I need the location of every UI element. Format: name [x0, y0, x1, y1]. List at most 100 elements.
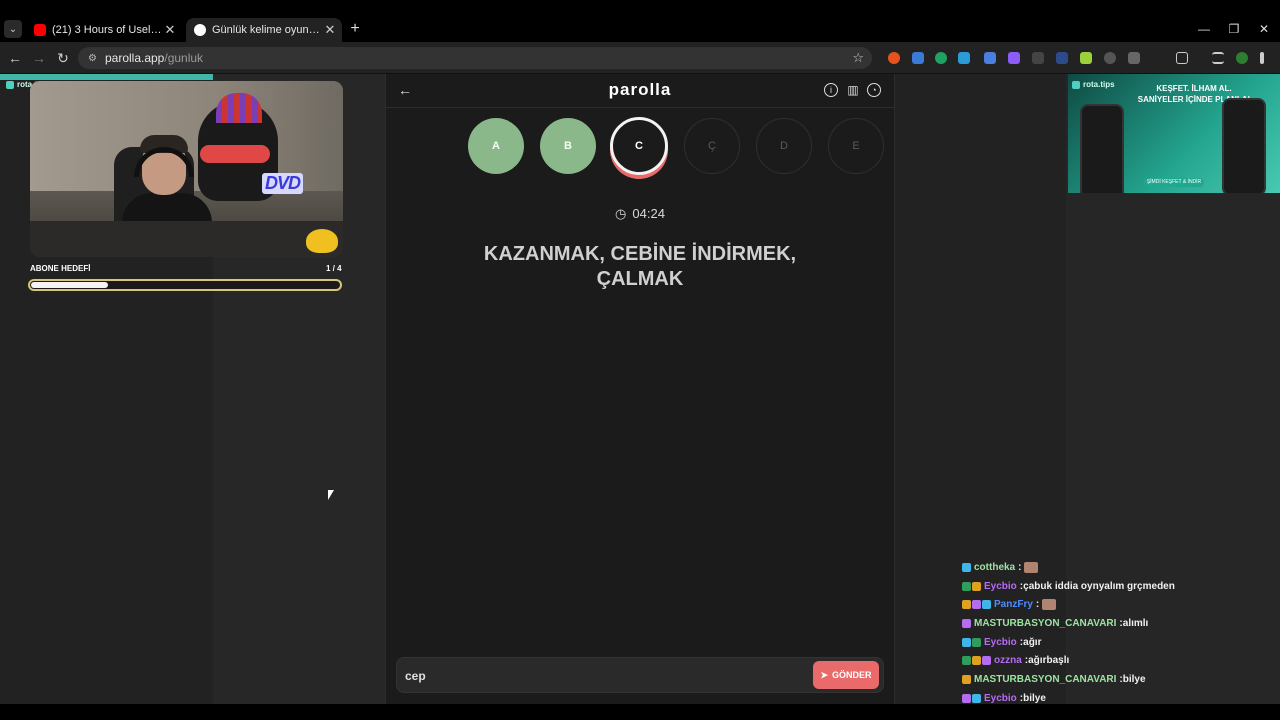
chat-badge-icon: [972, 656, 981, 666]
chat-badge-icon: [962, 674, 971, 684]
extensions-puzzle-icon[interactable]: [1176, 52, 1188, 64]
sub-goal-label: ABONE HEDEFİ: [30, 264, 91, 273]
taskbar-edge: [0, 704, 1280, 720]
chat-message: Eycbio: çabuk iddia oynyalım grçmeden: [962, 577, 1262, 596]
extension-icon[interactable]: [1080, 52, 1092, 64]
app-header: ← parolla i ▥ ◔: [386, 74, 894, 108]
send-label: GÖNDER: [832, 670, 872, 680]
sub-goal-progress-fill: [31, 282, 108, 288]
timer-value: 04:24: [632, 206, 665, 221]
close-tab-icon[interactable]: ✕: [322, 22, 338, 38]
chat-badge-icon: [972, 600, 981, 610]
cam-mask-spikes: [216, 93, 262, 123]
streamer-webcam: DVD: [30, 81, 343, 257]
chat-separator: :: [1035, 599, 1040, 611]
chat-badge-icon: [962, 618, 971, 628]
answer-input[interactable]: [405, 664, 795, 688]
tab-search-dropdown-icon[interactable]: ⌄: [4, 20, 22, 38]
chat-username[interactable]: Eycbio: [984, 637, 1017, 648]
cam-shelf: [30, 221, 343, 257]
chat-text: ağırbaşlı: [1028, 655, 1070, 667]
chat-message: PanzFry:: [962, 595, 1262, 614]
dvd-logo: DVD: [262, 173, 304, 194]
chat-text: alımlı: [1122, 617, 1149, 629]
chat-badge-icon: [982, 600, 991, 610]
chat-badges: [962, 656, 991, 666]
extension-icon[interactable]: [984, 52, 996, 64]
extension-icon[interactable]: [888, 52, 900, 64]
restore-icon[interactable]: ❐: [1220, 20, 1248, 38]
ad-headline-1: KEŞFET. İLHAM AL.: [1156, 84, 1232, 93]
tab-parolla[interactable]: Günlük kelime oyunu - parolla ✕: [186, 18, 342, 42]
chat-username[interactable]: MASTURBASYON_CANAVARI: [974, 618, 1116, 629]
chat-badge-icon: [962, 637, 971, 647]
minimize-icon[interactable]: —: [1190, 20, 1218, 38]
chat-username[interactable]: cottheka: [974, 562, 1015, 573]
chat-username[interactable]: ozzna: [994, 655, 1022, 666]
url-path: /gunluk: [164, 51, 204, 65]
chat-badge-icon: [962, 600, 971, 610]
reload-icon[interactable]: ↻: [53, 48, 73, 68]
parolla-app: ← parolla i ▥ ◔ A B C Ç D E ◷ 04:24 KAZAN…: [385, 74, 895, 704]
phone-mockup: [1080, 104, 1124, 193]
chat-username[interactable]: MASTURBASYON_CANAVARI: [974, 674, 1116, 685]
info-icon[interactable]: i: [824, 83, 838, 97]
chat-message: Eycbio: ağır: [962, 633, 1262, 652]
grammarly-icon[interactable]: [935, 52, 947, 64]
close-window-icon[interactable]: ✕: [1250, 20, 1278, 38]
parolla-icon: [194, 24, 206, 36]
extension-icon[interactable]: [958, 52, 970, 64]
new-tab-button[interactable]: +: [346, 20, 364, 38]
forward-icon[interactable]: →: [29, 48, 49, 68]
clock-icon: ◷: [615, 206, 627, 221]
chat-badge-icon: [962, 581, 971, 591]
extension-icon[interactable]: [1032, 52, 1044, 64]
chat-badges: [962, 562, 971, 572]
back-icon[interactable]: ←: [5, 48, 25, 68]
letter-circle-e: E: [828, 118, 884, 174]
chat-badge-icon: [972, 581, 981, 591]
profile-icon[interactable]: ◔: [867, 83, 881, 97]
letter-circle-c: C: [610, 117, 668, 175]
send-button[interactable]: ➤ GÖNDER: [813, 661, 879, 689]
chat-badge-icon: [962, 562, 971, 572]
chat-message: cottheka:: [962, 558, 1262, 577]
browser-menu-icon[interactable]: [1260, 52, 1264, 64]
address-bar[interactable]: ⚙ parolla.app /gunluk ☆: [78, 47, 872, 69]
chat-emote-icon: [1024, 561, 1039, 573]
letter-circle-a: A: [468, 118, 524, 174]
page: rota.t DVD ABONE HEDEFİ 1 / 4 ← parolla …: [0, 74, 1280, 704]
chat-text: çabuk iddia oynyalım grçmeden: [1023, 580, 1175, 592]
chat-username[interactable]: PanzFry: [994, 599, 1033, 610]
tab-youtube[interactable]: (21) 3 Hours of Useless Walking ✕: [26, 18, 182, 42]
bookmark-star-icon[interactable]: ☆: [852, 50, 864, 66]
extension-icon[interactable]: [1008, 52, 1020, 64]
app-logo: parolla: [608, 80, 672, 99]
letter-circle-cc: Ç: [684, 118, 740, 174]
phone-mockup: [1222, 98, 1266, 193]
extension-icon[interactable]: [912, 52, 924, 64]
chat-username[interactable]: Eycbio: [984, 693, 1017, 704]
chat-badge-icon: [972, 693, 981, 703]
extension-icon[interactable]: [1056, 52, 1068, 64]
pikachu-figure: [306, 229, 338, 253]
chat-text: bilye: [1023, 692, 1046, 704]
rota-logo-icon: [1072, 80, 1080, 89]
extension-icon[interactable]: [1104, 52, 1116, 64]
extension-icon[interactable]: [1128, 52, 1140, 64]
clue-text: KAZANMAK, CEBİNE İNDİRMEK, ÇALMAK: [483, 243, 797, 290]
media-control-icon[interactable]: [1212, 52, 1224, 64]
letter-circle-d: D: [756, 118, 812, 174]
sub-goal-progress-bar: [28, 279, 342, 291]
tab-title: (21) 3 Hours of Useless Walking: [52, 24, 162, 36]
chat-message: MASTURBASYON_CANAVARI: bilye: [962, 670, 1262, 689]
chat-text: bilye: [1122, 673, 1146, 685]
chat-badge-icon: [982, 656, 991, 666]
site-info-icon[interactable]: ⚙: [88, 53, 97, 64]
close-tab-icon[interactable]: ✕: [162, 22, 178, 38]
chat-badges: [962, 581, 981, 591]
chat-message: MASTURBASYON_CANAVARI: alımlı: [962, 614, 1262, 633]
chat-username[interactable]: Eycbio: [984, 581, 1017, 592]
profile-avatar[interactable]: [1236, 52, 1248, 64]
stats-icon[interactable]: ▥: [846, 83, 860, 97]
